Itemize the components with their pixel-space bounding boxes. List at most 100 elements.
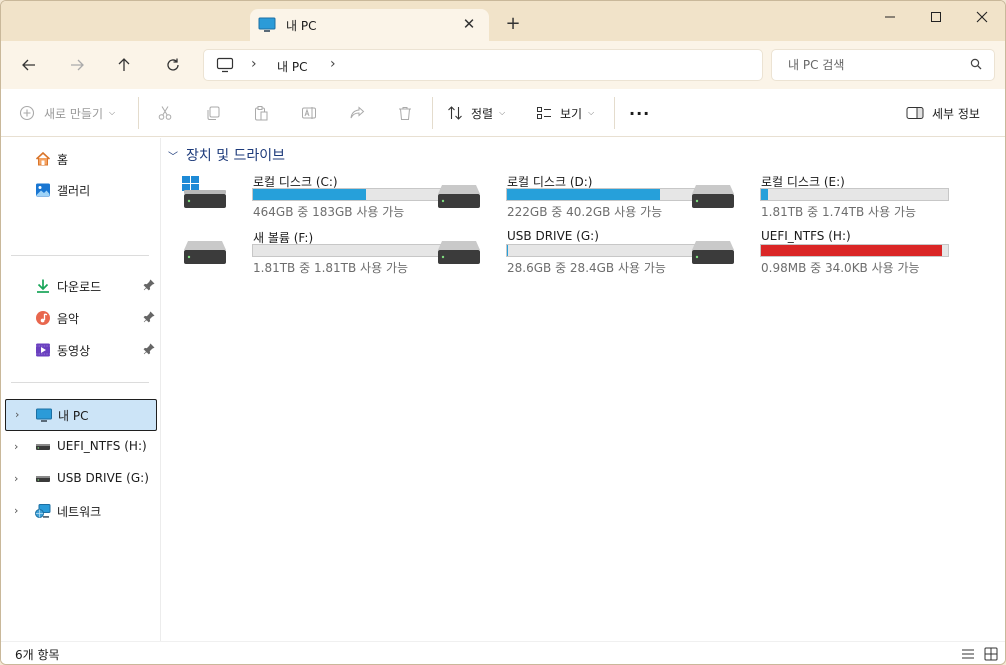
pc-icon: [258, 17, 276, 32]
new-button-label: 새로 만들기: [44, 106, 104, 121]
rename-icon: [302, 107, 316, 119]
drive-item-c[interactable]: 로컬 디스크 (C:) 464GB 중 183GB 사용 가능: [182, 173, 441, 221]
sidebar-item-home[interactable]: 홈: [5, 144, 157, 174]
group-title: 장치 및 드라이브: [186, 148, 286, 164]
sidebar-item-label: 음악: [57, 312, 80, 326]
cut-button[interactable]: [157, 101, 173, 125]
sort-button-label: 정렬: [471, 106, 494, 121]
drive-usage-fill: [761, 245, 942, 256]
monitor-icon: [216, 57, 234, 73]
tab-this-pc[interactable]: 내 PC ✕: [250, 9, 489, 41]
toolbar-divider: [432, 97, 433, 129]
minimize-icon: [885, 16, 895, 18]
more-options-button[interactable]: ···: [629, 101, 650, 125]
chevron-right-icon[interactable]: ›: [14, 504, 18, 517]
pin-icon[interactable]: [143, 311, 155, 323]
drive-icon: [36, 444, 50, 450]
chevron-right-icon[interactable]: ›: [15, 408, 19, 421]
sidebar-item-usb-drive[interactable]: › USB DRIVE (G:): [5, 464, 157, 494]
minimize-button[interactable]: [867, 1, 913, 33]
breadcrumb-separator[interactable]: ›: [330, 56, 336, 72]
status-bar: 6개 항목: [1, 641, 1005, 664]
hard-drive-icon: [184, 241, 226, 264]
chevron-right-icon[interactable]: ›: [14, 472, 18, 485]
drive-free-space: 28.6GB 중 28.4GB 사용 가능: [507, 261, 666, 275]
command-bar: 새로 만들기 ⌵ 정렬 ⌵ 보기 ⌵ ··· 세부 정보: [1, 89, 1005, 137]
windows-drive-icon: [182, 176, 226, 208]
refresh-button[interactable]: [160, 52, 186, 78]
drive-name: UEFI_NTFS (H:): [761, 229, 851, 243]
breadcrumb-separator[interactable]: ›: [251, 56, 257, 72]
search-box[interactable]: [771, 49, 995, 81]
sidebar-item-uefi-ntfs[interactable]: › UEFI_NTFS (H:): [5, 432, 157, 462]
tab-close-icon[interactable]: ✕: [459, 13, 479, 35]
pin-icon[interactable]: [143, 279, 155, 291]
chevron-right-icon[interactable]: ›: [14, 440, 18, 453]
music-icon: [36, 311, 50, 325]
sidebar-item-music[interactable]: 음악: [5, 303, 157, 333]
view-button[interactable]: 보기 ⌵: [536, 101, 594, 125]
sidebar-item-label: USB DRIVE (G:): [57, 471, 149, 485]
view-button-label: 보기: [560, 106, 583, 121]
plus-circle-icon: [19, 105, 35, 121]
paste-icon: [255, 106, 268, 121]
drive-free-space: 1.81TB 중 1.74TB 사용 가능: [761, 205, 917, 219]
drive-usage-fill: [507, 245, 509, 256]
details-view-button[interactable]: [958, 645, 978, 663]
drive-item-h[interactable]: UEFI_NTFS (H:) 0.98MB 중 34.0KB 사용 가능: [690, 229, 949, 277]
share-icon: [350, 106, 365, 119]
close-button[interactable]: [959, 1, 1005, 33]
drive-free-space: 0.98MB 중 34.0KB 사용 가능: [761, 261, 920, 275]
drive-item-d[interactable]: 로컬 디스크 (D:) 222GB 중 40.2GB 사용 가능: [436, 173, 695, 221]
sidebar-item-network[interactable]: › 네트워크: [5, 496, 157, 526]
sidebar-item-label: 네트워크: [57, 505, 102, 519]
details-pane-icon: [906, 107, 924, 119]
search-input[interactable]: [788, 56, 958, 74]
chevron-down-icon: ⌵: [109, 108, 116, 117]
details-pane-button[interactable]: 세부 정보: [906, 101, 980, 125]
home-icon: [35, 151, 51, 166]
sidebar-item-downloads[interactable]: 다운로드: [5, 271, 157, 301]
drive-item-g[interactable]: USB DRIVE (G:) 28.6GB 중 28.4GB 사용 가능: [436, 229, 695, 277]
sidebar-item-label: UEFI_NTFS (H:): [57, 439, 147, 453]
forward-button[interactable]: [64, 52, 90, 78]
copy-button[interactable]: [205, 101, 221, 125]
tab-title: 내 PC: [286, 19, 317, 33]
drive-item-e[interactable]: 로컬 디스크 (E:) 1.81TB 중 1.74TB 사용 가능: [690, 173, 949, 221]
details-view-icon: [962, 649, 974, 659]
pin-icon[interactable]: [143, 343, 155, 355]
drive-usage-fill: [507, 189, 661, 200]
back-button[interactable]: [16, 52, 42, 78]
tiles-view-icon: [984, 647, 998, 661]
sort-icon: [448, 106, 462, 120]
maximize-button[interactable]: [913, 1, 959, 33]
sidebar-item-gallery[interactable]: 갤러리: [5, 175, 157, 205]
sidebar-item-label: 내 PC: [58, 409, 89, 423]
new-button[interactable]: 새로 만들기 ⌵: [19, 101, 115, 125]
drive-item-f[interactable]: 새 볼륨 (F:) 1.81TB 중 1.81TB 사용 가능: [182, 229, 441, 277]
paste-button[interactable]: [253, 101, 269, 125]
rename-button[interactable]: [301, 101, 317, 125]
hard-drive-icon: [692, 185, 734, 208]
large-icons-view-button[interactable]: [981, 645, 1001, 663]
navigation-pane: 홈 갤러리 다운로드 음악 동영상 › 내 PC › UEFI_NTFS (H:…: [1, 138, 161, 641]
group-header-devices[interactable]: ﹀ 장치 및 드라이브: [168, 145, 285, 165]
drive-usage-bar: [506, 244, 695, 257]
sidebar-item-label: 다운로드: [57, 280, 102, 294]
chevron-down-icon: ⌵: [499, 108, 506, 117]
drive-usage-bar: [252, 188, 441, 201]
sort-button[interactable]: 정렬 ⌵: [447, 101, 505, 125]
pc-icon: [36, 408, 52, 422]
chevron-down-icon: ⌵: [588, 108, 595, 117]
up-button[interactable]: [111, 52, 137, 78]
address-bar[interactable]: › 내 PC ›: [203, 49, 763, 81]
details-pane-label: 세부 정보: [932, 106, 980, 121]
sidebar-item-this-pc[interactable]: › 내 PC: [5, 399, 157, 431]
delete-button[interactable]: [397, 101, 413, 125]
breadcrumb-this-pc[interactable]: 내 PC: [277, 58, 307, 75]
sidebar-item-videos[interactable]: 동영상: [5, 335, 157, 365]
search-icon[interactable]: [970, 58, 982, 70]
trash-icon: [399, 107, 411, 120]
share-button[interactable]: [349, 101, 365, 125]
new-tab-button[interactable]: +: [503, 13, 523, 37]
